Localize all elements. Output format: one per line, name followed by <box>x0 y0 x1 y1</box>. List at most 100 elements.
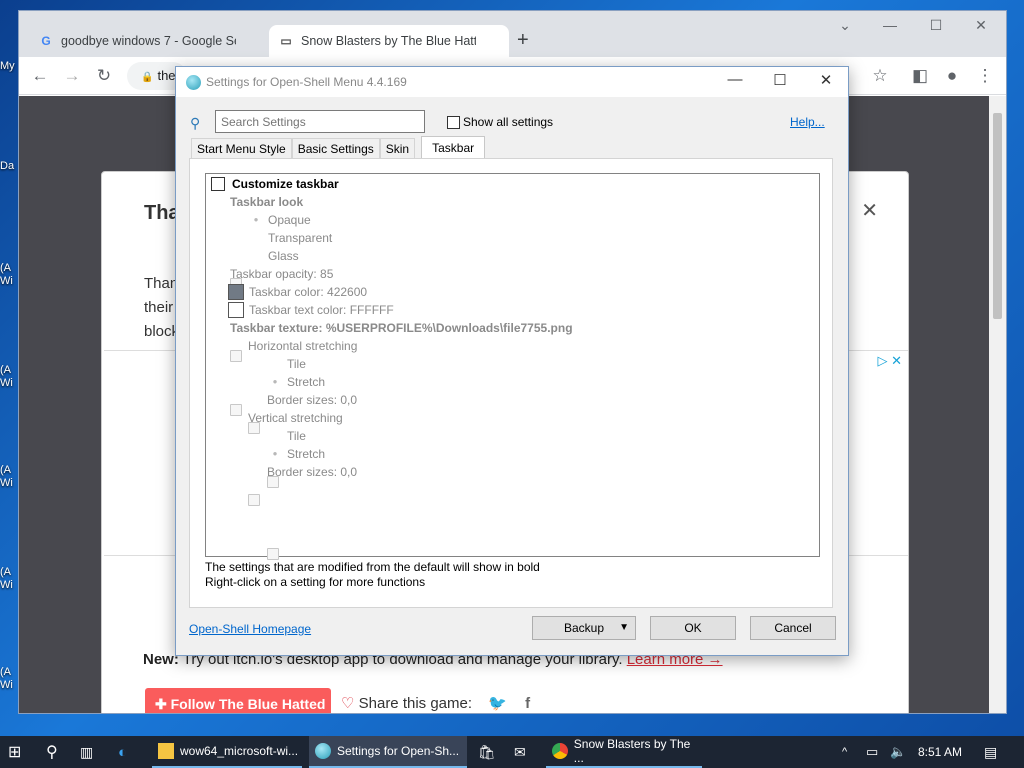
tree-item-opaque[interactable]: ● Opaque <box>250 211 311 229</box>
dialog-titlebar[interactable]: Settings for Open-Shell Menu 4.4.169 — ☐… <box>176 67 848 97</box>
desktop-icon-label[interactable]: Da <box>0 160 20 173</box>
modal-text-line: block <box>144 323 180 340</box>
checkbox-box[interactable] <box>447 115 460 129</box>
folder-icon <box>158 743 174 759</box>
task-view-icon[interactable]: ▥ <box>80 736 93 768</box>
tree-item-taskbar-text-color[interactable]: Taskbar text color: FFFFFF <box>228 301 394 319</box>
tree-item-glass[interactable]: Glass <box>250 247 299 265</box>
tree-item-customize-taskbar[interactable]: Customize taskbar <box>211 175 339 193</box>
tree-item-transparent[interactable]: Transparent <box>250 229 332 247</box>
minimize-icon[interactable]: — <box>870 17 910 33</box>
tree-item-taskbar-look[interactable]: Taskbar look <box>230 193 304 290</box>
browser-tab-active[interactable]: ▭ Snow Blasters by The Blue Hatte <box>269 25 509 57</box>
desktop-icon-label[interactable]: My <box>0 60 20 73</box>
tree-item-label: Taskbar opacity: 85 <box>230 267 334 281</box>
show-hidden-icons[interactable]: ^ <box>842 736 847 768</box>
color-swatch-icon[interactable] <box>228 302 244 318</box>
tab-start-menu-style[interactable]: Start Menu Style <box>191 138 292 158</box>
info-line: The settings that are modified from the … <box>205 560 540 574</box>
dialog-maximize-icon[interactable]: ☐ <box>757 71 803 89</box>
desktop-icon-label[interactable]: (A Wi <box>0 566 20 592</box>
desktop-icon-label[interactable]: (A Wi <box>0 364 20 390</box>
tab-taskbar[interactable]: Taskbar <box>421 136 486 158</box>
start-windows-icon[interactable]: ⊞ <box>8 736 21 768</box>
tab-basic-settings[interactable]: Basic Settings <box>291 138 380 158</box>
page-favicon-icon: ▭ <box>280 34 292 48</box>
tree-item-border-sizes[interactable]: Border sizes: 0,0 <box>267 463 357 560</box>
backup-button[interactable]: Backup ▼ <box>532 616 636 640</box>
reload-icon[interactable]: ↻ <box>93 65 115 87</box>
tree-item-taskbar-opacity[interactable]: Taskbar opacity: 85 <box>230 265 334 362</box>
ok-button[interactable]: OK <box>650 616 736 640</box>
follow-label: Follow The Blue Hatted <box>170 696 326 712</box>
tree-item-label: Tile <box>287 357 306 371</box>
desktop-icon-label[interactable]: (A Wi <box>0 262 20 288</box>
tree-item-label: Taskbar look <box>230 195 304 209</box>
side-panel-icon[interactable]: ◧ <box>909 65 931 87</box>
taskbar-app-settings[interactable]: Settings for Open-Sh... <box>309 736 467 768</box>
modal-text-line: their <box>144 299 174 316</box>
follow-button[interactable]: ✚ Follow The Blue Hatted <box>145 688 331 713</box>
back-icon[interactable]: ← <box>29 65 51 87</box>
tree-item-vertical-stretching[interactable]: Vertical stretching <box>248 409 343 506</box>
heart-icon[interactable]: ♡ <box>341 695 354 712</box>
tree-item-tile[interactable]: Tile <box>269 355 306 373</box>
tab-search-icon[interactable]: ⌄ <box>825 17 865 34</box>
mail-icon[interactable]: ✉ <box>514 736 526 768</box>
tree-item-taskbar-texture[interactable]: Taskbar texture: %USERPROFILE%\Downloads… <box>230 319 573 416</box>
profile-icon[interactable]: ● <box>941 65 963 87</box>
facebook-icon[interactable]: f <box>525 695 530 712</box>
tree-item-label: Border sizes: 0,0 <box>267 393 358 407</box>
tab-skin[interactable]: Skin <box>379 138 416 158</box>
edge-icon[interactable]: ◐ <box>118 736 127 768</box>
clock[interactable]: 8:51 AM <box>918 736 962 768</box>
show-all-settings-checkbox[interactable]: Show all settings <box>447 115 553 129</box>
close-icon[interactable]: ✕ <box>961 17 1001 34</box>
maximize-icon[interactable]: ☐ <box>916 17 956 34</box>
network-icon[interactable]: ▭ <box>866 736 878 768</box>
tree-item-border-sizes[interactable]: Border sizes: 0,0 <box>267 391 358 488</box>
tree-item-stretch[interactable]: ● Stretch <box>269 373 325 391</box>
backup-label: Backup <box>563 621 605 635</box>
help-link[interactable]: Help... <box>790 115 825 129</box>
twitter-icon[interactable]: 🐦 <box>488 695 507 712</box>
cancel-button[interactable]: Cancel <box>750 616 836 640</box>
share-row: ♡ Share this game: 🐦 f <box>341 694 530 712</box>
plus-icon: ✚ <box>155 696 171 712</box>
tree-item-taskbar-color[interactable]: Taskbar color: 422600 <box>228 283 367 301</box>
radio-dot-icon: ● <box>272 449 278 458</box>
taskbar-app-chrome[interactable]: Snow Blasters by The ... <box>546 736 702 768</box>
tree-item-horizontal-stretching[interactable]: Horizontal stretching <box>248 337 357 434</box>
taskbar-app-explorer[interactable]: wow64_microsoft-wi... <box>152 736 302 768</box>
desktop-icon-label[interactable]: (A Wi <box>0 464 20 490</box>
scrollbar-thumb[interactable] <box>993 113 1002 319</box>
tree-item-label: Taskbar texture: %USERPROFILE%\Downloads… <box>230 321 573 335</box>
dialog-minimize-icon[interactable]: — <box>712 71 758 88</box>
tree-item-tile[interactable]: Tile <box>269 427 306 445</box>
store-icon[interactable]: 🛍 <box>478 736 496 768</box>
share-label: Share this game: <box>358 695 473 712</box>
color-swatch-icon[interactable] <box>228 284 244 300</box>
dialog-close-icon[interactable]: ✕ <box>803 71 849 89</box>
open-shell-homepage-link[interactable]: Open-Shell Homepage <box>189 622 311 636</box>
browser-tab[interactable]: G goodbye windows 7 - Google Sea <box>29 25 264 57</box>
bookmark-star-icon[interactable]: ☆ <box>869 65 891 87</box>
desktop-icon-label[interactable]: (A Wi <box>0 666 20 692</box>
browser-tabstrip: G goodbye windows 7 - Google Sea ▭ Snow … <box>19 11 1006 57</box>
notification-icon[interactable]: ▤ <box>984 736 997 768</box>
search-icon[interactable]: ⚲ <box>46 736 58 768</box>
forward-icon[interactable]: → <box>61 65 83 87</box>
checkbox-icon[interactable] <box>211 177 225 191</box>
tree-item-stretch[interactable]: ● Stretch <box>269 445 325 463</box>
new-tab-button[interactable]: + <box>517 29 529 52</box>
volume-icon[interactable]: 🔈 <box>890 736 906 768</box>
menu-icon[interactable]: ⋮ <box>974 65 996 87</box>
notice-prefix: New: <box>143 651 179 668</box>
dropdown-arrow-icon: ▼ <box>619 622 629 633</box>
page-scrollbar[interactable] <box>989 96 1006 713</box>
adchoices-icon[interactable]: ▷ ✕ <box>877 353 902 369</box>
search-settings-input[interactable] <box>215 110 425 133</box>
modal-close-icon[interactable]: ✕ <box>861 198 878 223</box>
taskbar-app-label: wow64_microsoft-wi... <box>180 744 299 758</box>
modal-text: Than their block <box>144 272 179 344</box>
